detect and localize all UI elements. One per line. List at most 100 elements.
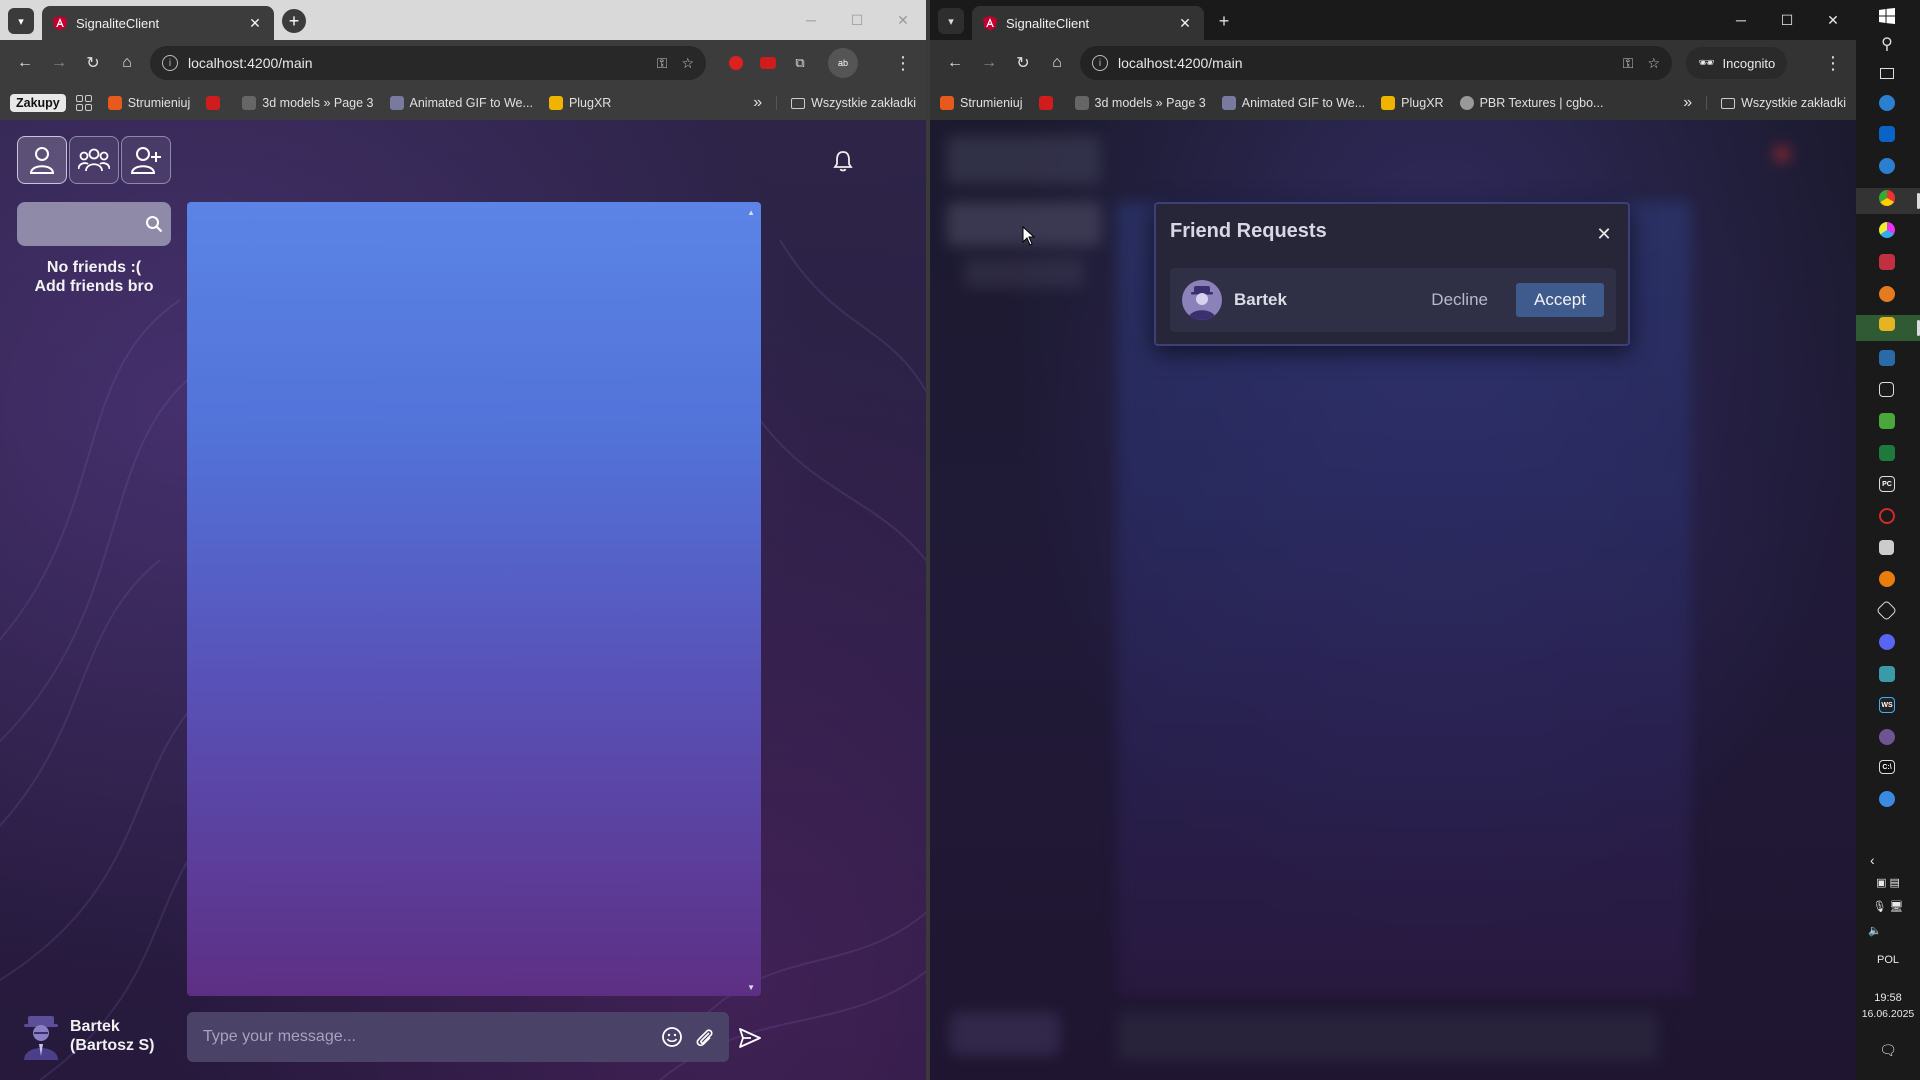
browser-menu-icon[interactable]: ⋮	[888, 53, 918, 74]
back-button[interactable]: ←	[938, 46, 972, 80]
color-picker-icon[interactable]	[1879, 222, 1895, 238]
edge-dev-icon[interactable]	[1879, 158, 1895, 174]
extensions-puzzle-icon[interactable]: ⧉	[786, 49, 814, 77]
emoji-icon[interactable]	[659, 1024, 685, 1050]
bookmarks-overflow-icon[interactable]: »	[1683, 94, 1692, 112]
back-button[interactable]: ←	[8, 46, 42, 80]
chrome-icon[interactable]	[1879, 190, 1895, 206]
all-bookmarks-folder[interactable]: Wszystkie zakładki	[776, 96, 916, 110]
minimize-button[interactable]: ─	[1718, 8, 1764, 32]
current-user-card[interactable]: Bartek (Bartosz S)	[20, 1012, 154, 1060]
search-icon[interactable]	[145, 215, 163, 233]
app-red-icon[interactable]	[1879, 254, 1895, 270]
extension-red-icon[interactable]	[722, 49, 750, 77]
music-app-icon[interactable]	[1879, 350, 1895, 366]
webstorm-icon[interactable]: WS	[1879, 697, 1895, 713]
network-tray-icon[interactable]: 🖥	[1890, 901, 1904, 913]
bookmark-item[interactable]: 3d models » Page 3	[242, 96, 374, 110]
tab-signalite[interactable]: SignaliteClient ✕	[972, 6, 1204, 40]
app-teal-icon[interactable]	[1879, 666, 1895, 682]
apps-grid-icon[interactable]	[75, 95, 92, 111]
clock-time[interactable]: 19:58	[1856, 992, 1920, 1004]
bookmark-item[interactable]: Strumieniuj	[107, 96, 190, 110]
opera-icon[interactable]	[1879, 508, 1895, 524]
chat-messages-panel[interactable]: ▲ ▼	[187, 202, 761, 996]
bookmarks-overflow-icon[interactable]: »	[753, 94, 762, 112]
bookmark-youtube[interactable]	[1038, 96, 1059, 110]
excel-icon[interactable]	[1879, 445, 1895, 461]
tab-close-icon[interactable]: ✕	[1176, 15, 1194, 32]
new-tab-button[interactable]: +	[282, 9, 306, 33]
notifications-bell-icon[interactable]	[833, 150, 853, 177]
tab-add-friend[interactable]	[121, 136, 171, 184]
bookmark-star-icon[interactable]: ☆	[681, 55, 694, 72]
microphone-tray-icon[interactable]: 🎙	[1873, 901, 1887, 913]
maximize-button[interactable]: ☐	[834, 8, 880, 32]
tab-groups[interactable]	[69, 136, 119, 184]
github-icon[interactable]	[1879, 729, 1895, 745]
bookmark-item[interactable]: PBR Textures | cgbo...	[1459, 96, 1603, 110]
edge-icon[interactable]	[1879, 95, 1895, 111]
firefox-icon[interactable]	[1879, 286, 1895, 302]
close-window-button[interactable]: ✕	[1810, 8, 1856, 32]
friend-search-input[interactable]	[25, 210, 135, 238]
close-icon[interactable]: ✕	[1594, 224, 1614, 244]
input-language[interactable]: POL	[1856, 954, 1920, 966]
clock-date[interactable]: 16.06.2025	[1856, 1008, 1920, 1020]
accept-button[interactable]: Accept	[1516, 283, 1604, 317]
bookmark-item[interactable]: Animated GIF to We...	[1221, 96, 1365, 110]
home-button[interactable]: ⌂	[110, 46, 144, 80]
home-button[interactable]: ⌂	[1040, 46, 1074, 80]
bookmark-star-icon[interactable]: ☆	[1647, 55, 1660, 72]
unity-icon[interactable]	[1875, 599, 1898, 622]
bookmark-item[interactable]: PlugXR	[548, 96, 611, 110]
tray-chevron-icon[interactable]: ‹	[1856, 852, 1920, 868]
send-icon[interactable]	[736, 1024, 764, 1052]
outlook-icon[interactable]	[1879, 126, 1895, 142]
camera-tray-icon[interactable]: ▣	[1876, 877, 1886, 889]
pycharm-icon[interactable]: PC	[1879, 476, 1895, 492]
minimize-button[interactable]: ─	[788, 8, 834, 32]
file-explorer-icon[interactable]	[1879, 317, 1895, 331]
bookmark-item[interactable]: 3d models » Page 3	[1074, 96, 1206, 110]
attachment-paperclip-icon[interactable]	[691, 1024, 717, 1050]
forward-button[interactable]: →	[42, 46, 76, 80]
tab-close-icon[interactable]: ✕	[246, 15, 264, 32]
site-info-icon[interactable]: i	[1092, 55, 1108, 71]
search-icon[interactable]: ⚲	[1876, 33, 1898, 55]
tab-friends[interactable]	[17, 136, 67, 184]
tab-signalite[interactable]: SignaliteClient ✕	[42, 6, 274, 40]
box-app-icon[interactable]	[1879, 382, 1894, 397]
maximize-button[interactable]: ☐	[1764, 8, 1810, 32]
forward-button[interactable]: →	[972, 46, 1006, 80]
reload-button[interactable]: ↻	[76, 46, 110, 80]
scroll-up-icon[interactable]: ▲	[747, 208, 755, 217]
bookmark-item[interactable]: PlugXR	[1381, 96, 1444, 110]
terminal-icon[interactable]: C:\	[1879, 760, 1895, 774]
extension-youtube-icon[interactable]	[754, 49, 782, 77]
scroll-down-icon[interactable]: ▼	[747, 983, 755, 992]
tab-search-button[interactable]: ▾	[8, 8, 34, 34]
site-info-icon[interactable]: i	[162, 55, 178, 71]
notes-app-icon[interactable]	[1879, 540, 1894, 555]
windows-start-icon[interactable]	[1876, 5, 1898, 27]
task-view-icon[interactable]	[1876, 62, 1898, 84]
reload-button[interactable]: ↻	[1006, 46, 1040, 80]
address-bar[interactable]: i localhost:4200/main ⚿ ☆	[1080, 46, 1672, 80]
profile-avatar[interactable]: ab	[828, 48, 858, 78]
incognito-badge[interactable]: 🕶 Incognito	[1686, 47, 1788, 79]
blender-icon[interactable]	[1879, 571, 1895, 587]
discord-icon[interactable]	[1879, 634, 1895, 650]
notifications-icon[interactable]: 🗨	[1856, 1042, 1920, 1059]
password-key-icon[interactable]: ⚿	[1623, 55, 1634, 72]
bookmark-youtube[interactable]	[206, 96, 226, 110]
address-bar[interactable]: i localhost:4200/main ⚿ ☆	[150, 46, 706, 80]
app-blue-icon[interactable]	[1879, 791, 1895, 807]
bookmark-item[interactable]: Animated GIF to We...	[389, 96, 533, 110]
password-key-icon[interactable]: ⚿	[657, 55, 668, 72]
display-tray-icon[interactable]: ▤	[1890, 877, 1900, 889]
browser-menu-icon[interactable]: ⋮	[1818, 53, 1848, 74]
app-green-icon[interactable]	[1879, 413, 1895, 429]
decline-button[interactable]: Decline	[1431, 290, 1488, 310]
message-input[interactable]	[203, 1028, 653, 1046]
